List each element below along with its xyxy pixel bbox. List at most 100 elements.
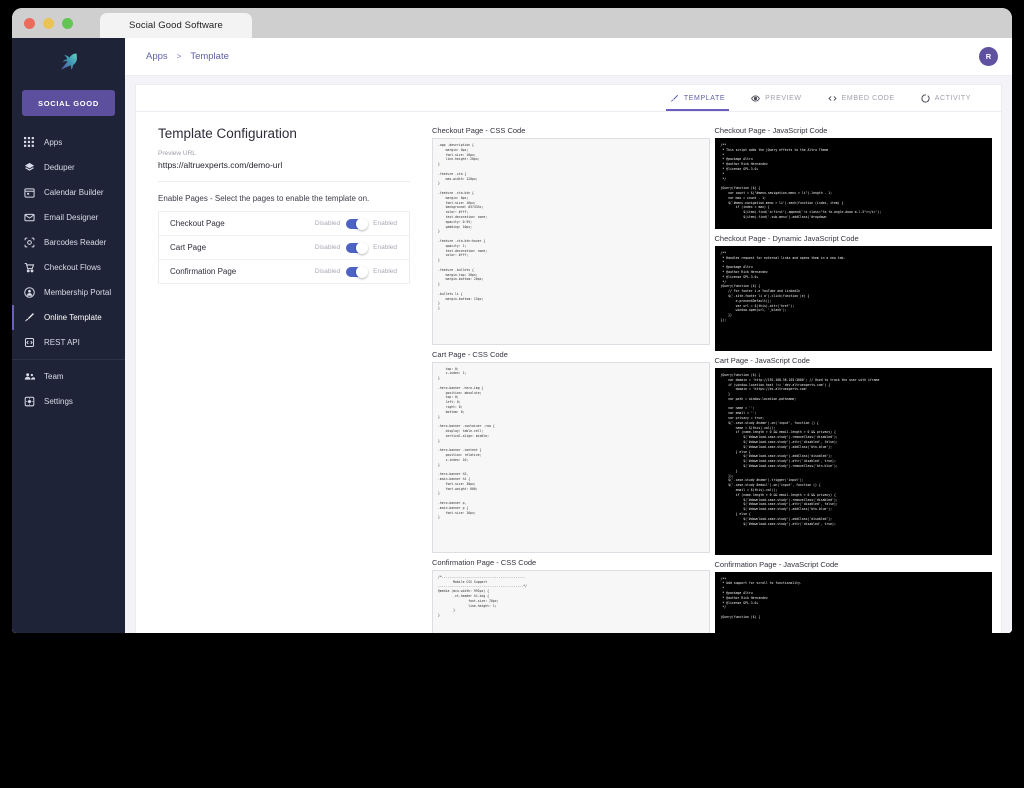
tab-embed-code[interactable]: EMBED CODE: [828, 85, 895, 111]
gear-icon: [24, 396, 35, 407]
browser-window: Social Good Software SOCIAL GOOD Apps De…: [12, 8, 1012, 633]
sidebar-item-apps[interactable]: Apps: [12, 130, 125, 155]
tab-bar: TEMPLATE PREVIEW EMBED CODE ACTIVITY: [136, 85, 1001, 112]
browser-tab[interactable]: Social Good Software: [100, 13, 252, 38]
cart-page-toggle[interactable]: [346, 241, 369, 254]
sidebar-item-label: REST API: [44, 338, 80, 347]
sidebar-item-rest-api[interactable]: REST API: [12, 330, 125, 355]
confirmation-page-css-block: Confirmation Page - CSS Code /*---------…: [432, 558, 710, 633]
content-area: Apps > Template R TEMPLATE PREVIEW EMBED…: [125, 38, 1012, 633]
minimize-window-button[interactable]: [43, 18, 54, 29]
brush-icon: [670, 94, 679, 103]
toggle-off-label: Disabled: [314, 268, 341, 275]
toggle-on-label: Enabled: [373, 244, 397, 251]
toggle-off-label: Disabled: [314, 244, 341, 251]
code-pane: Checkout Page - CSS Code .app .descripti…: [432, 126, 1001, 633]
tab-label: ACTIVITY: [934, 94, 971, 102]
user-circle-icon: [24, 287, 35, 298]
checkout-page-toggle[interactable]: [346, 217, 369, 230]
cart-page-js-editor[interactable]: jQuery(function ($) { var domain = 'http…: [714, 367, 992, 555]
sidebar-item-online-template[interactable]: Online Template: [12, 305, 125, 330]
close-window-button[interactable]: [24, 18, 35, 29]
avatar-initial: R: [985, 52, 992, 61]
enable-pages-list: Checkout Page Disabled Enabled Cart Page: [158, 211, 410, 284]
maximize-window-button[interactable]: [62, 18, 73, 29]
chevron-right-icon: >: [176, 52, 182, 61]
people-icon: [24, 371, 35, 382]
toggle-on-label: Enabled: [373, 268, 397, 275]
confirmation-page-js-editor[interactable]: /** * Add support for scroll to function…: [714, 571, 992, 633]
code-column-left: Checkout Page - CSS Code .app .descripti…: [432, 126, 710, 633]
cart-page-js-block: Cart Page - JavaScript Code jQuery(funct…: [714, 355, 992, 555]
sidebar-item-label: Apps: [44, 138, 63, 147]
tab-preview[interactable]: PREVIEW: [751, 85, 801, 111]
toggle-off-label: Disabled: [314, 220, 341, 227]
toggle-on-label: Enabled: [373, 220, 397, 227]
code-heading: Checkout Page - Dynamic JavaScript Code: [714, 233, 859, 243]
sidebar-item-settings[interactable]: Settings: [12, 389, 125, 414]
avatar[interactable]: R: [979, 47, 998, 66]
sidebar-item-label: Online Template: [44, 313, 102, 322]
breadcrumb-apps-link[interactable]: Apps: [146, 51, 168, 62]
code-heading: Checkout Page - JavaScript Code: [714, 126, 828, 135]
window-controls: [24, 18, 73, 29]
sidebar-item-label: Calendar Builder: [44, 188, 104, 197]
enable-pages-label: Enable Pages - Select the pages to enabl…: [158, 194, 370, 203]
preview-url-value[interactable]: https://altruexperts.com/demo-url: [158, 160, 410, 182]
cart-page-css-block: Cart Page - CSS Code top: 0; z-index: 1;…: [432, 350, 710, 553]
hummingbird-logo-icon: [56, 48, 82, 79]
table-row: Checkout Page Disabled Enabled: [159, 212, 409, 236]
code-heading: Confirmation Page - JavaScript Code: [714, 559, 839, 569]
sidebar-item-barcodes-reader[interactable]: Barcodes Reader: [12, 230, 125, 255]
layers-icon: [24, 162, 35, 173]
checkout-page-dynamic-js-block: Checkout Page - Dynamic JavaScript Code …: [714, 233, 992, 351]
tab-activity[interactable]: ACTIVITY: [921, 85, 971, 111]
code-heading: Cart Page - CSS Code: [432, 349, 508, 359]
sidebar-item-label: Settings: [44, 397, 73, 406]
sidebar-item-calendar-builder[interactable]: Calendar Builder: [12, 180, 125, 205]
code-heading: Checkout Page - CSS Code: [432, 126, 526, 135]
sidebar-item-email-designer[interactable]: Email Designer: [12, 205, 125, 230]
code-icon: [828, 94, 837, 103]
page-name: Checkout Page: [170, 219, 225, 228]
code-column-right: Checkout Page - JavaScript Code /** * Th…: [714, 126, 992, 633]
api-icon: [24, 337, 35, 348]
sidebar-item-deduper[interactable]: Deduper: [12, 155, 125, 180]
confirmation-page-toggle[interactable]: [346, 265, 369, 278]
code-heading: Confirmation Page - CSS Code: [432, 557, 537, 567]
top-bar: Apps > Template R: [125, 38, 1012, 76]
template-configuration-pane: Template Configuration Preview URL https…: [136, 126, 432, 633]
sidebar: SOCIAL GOOD Apps Deduper Calendar Builde…: [12, 38, 125, 633]
tab-template[interactable]: TEMPLATE: [665, 85, 730, 111]
code-heading: Cart Page - JavaScript Code: [714, 355, 810, 365]
confirmation-page-js-block: Confirmation Page - JavaScript Code /** …: [714, 559, 992, 633]
page-body: TEMPLATE PREVIEW EMBED CODE ACTIVITY Tem…: [125, 76, 1012, 633]
breadcrumb: Apps > Template: [146, 51, 229, 62]
tab-label: EMBED CODE: [841, 94, 895, 102]
sidebar-item-label: Email Designer: [44, 213, 99, 222]
brand-label: SOCIAL GOOD: [38, 98, 99, 108]
grid-icon: [24, 137, 35, 148]
toggle-group: Disabled Enabled: [314, 241, 397, 254]
toggle-knob: [356, 241, 369, 254]
envelope-icon: [24, 212, 35, 223]
cart-page-css-editor[interactable]: top: 0; z-index: 1; } .hero-banner .hero…: [432, 361, 710, 553]
page-title: Template Configuration: [158, 126, 297, 141]
brand-button[interactable]: SOCIAL GOOD: [22, 90, 115, 116]
table-row: Confirmation Page Disabled Enabled: [159, 260, 409, 283]
spinner-icon: [921, 93, 930, 103]
tab-label: TEMPLATE: [683, 94, 726, 102]
sidebar-item-checkout-flows[interactable]: Checkout Flows: [12, 255, 125, 280]
tab-label: PREVIEW: [765, 94, 802, 102]
sidebar-item-membership-portal[interactable]: Membership Portal: [12, 280, 125, 305]
checkout-page-js-editor[interactable]: /** * This script adds the jQuery effect…: [714, 138, 992, 229]
checkout-page-css-editor[interactable]: .app .description { margin: 0px; font-si…: [432, 138, 710, 345]
preview-url-label: Preview URL: [158, 150, 196, 157]
checkout-page-dynamic-js-editor[interactable]: /** * Handles request for external links…: [714, 245, 992, 351]
confirmation-page-css-editor[interactable]: /*--------------------------------------…: [432, 569, 710, 633]
sidebar-item-label: Barcodes Reader: [44, 238, 107, 247]
sidebar-item-team[interactable]: Team: [12, 364, 125, 389]
checkout-page-css-block: Checkout Page - CSS Code .app .descripti…: [432, 126, 710, 345]
breadcrumb-current[interactable]: Template: [190, 51, 229, 62]
page-name: Confirmation Page: [170, 267, 237, 276]
